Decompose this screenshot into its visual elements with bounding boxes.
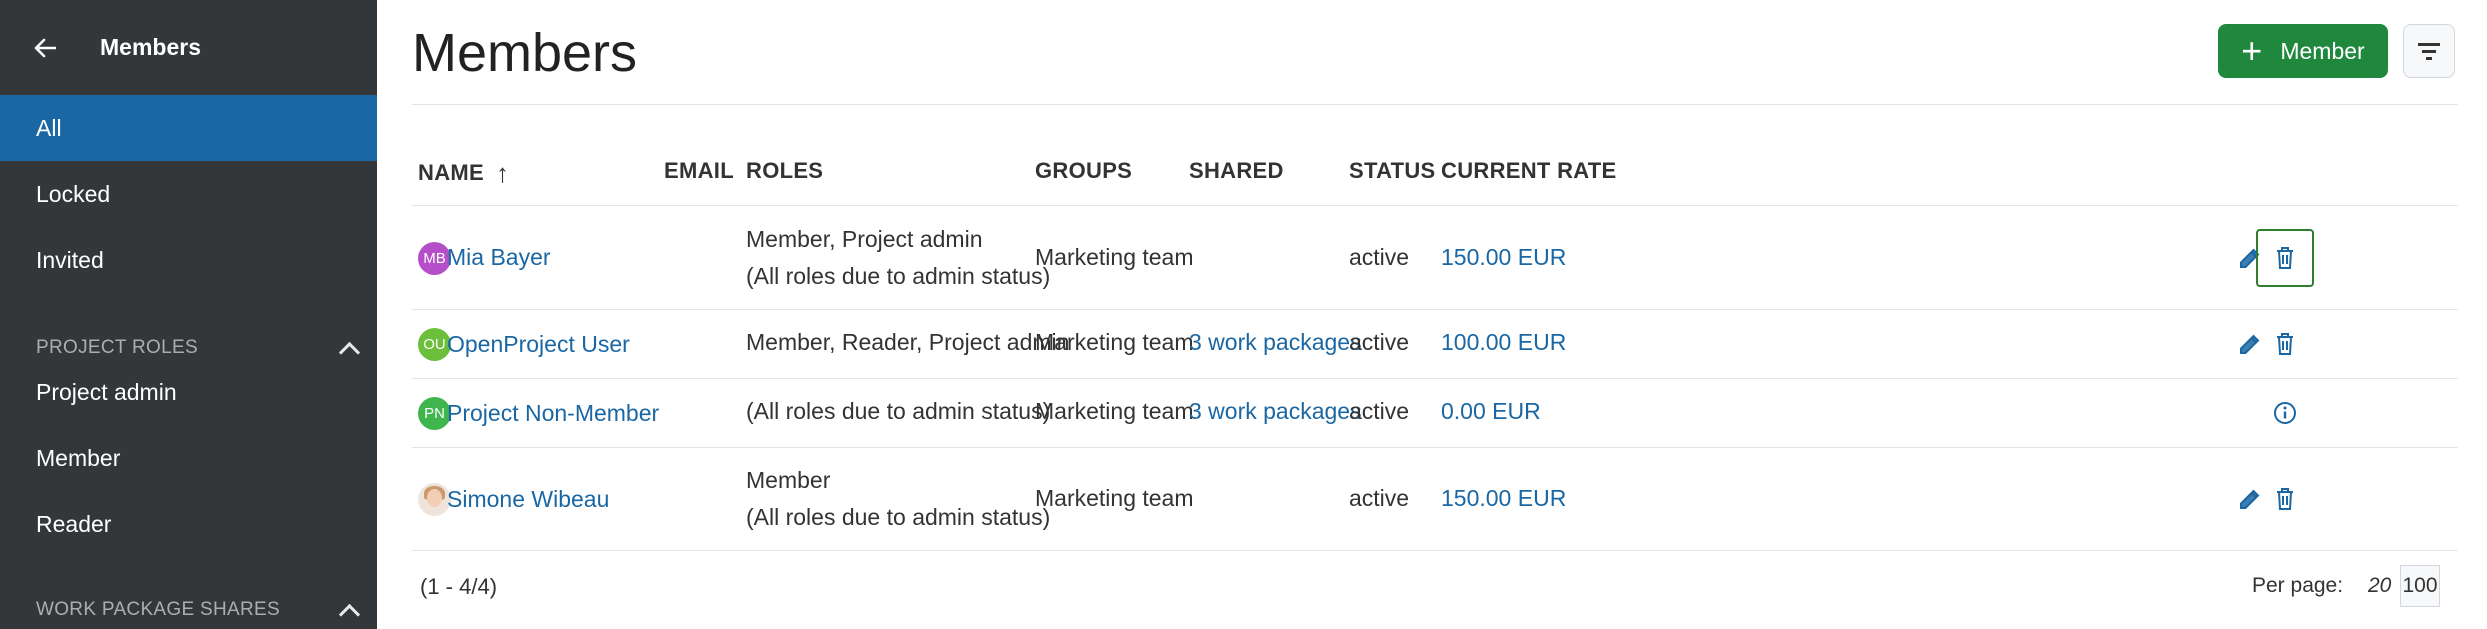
sidebar-section-label: PROJECT ROLES [36,337,198,358]
current-rate-link[interactable]: 150.00 EUR [1441,480,1566,517]
sidebar-header: Members [0,0,377,95]
delete-icon[interactable] [2256,229,2314,287]
delete-icon[interactable] [2266,325,2304,363]
main-content: Members + Member NAME ↑ EMAIL ROLES GROUP… [377,0,2487,629]
sidebar-item-invited[interactable]: Invited [0,227,377,293]
status-text: active [1349,398,1410,424]
page-title: Members [412,23,638,83]
member-name-link[interactable]: OpenProject User [447,326,630,363]
column-header-shared[interactable]: SHARED [1189,158,1284,184]
sidebar-item-all[interactable]: All [0,95,377,161]
roles-text: Member, Reader, Project admin [746,329,1070,355]
sort-ascending-arrow-icon[interactable]: ↑ [496,158,509,189]
table-header: NAME ↑ EMAIL ROLES GROUPS SHARED STATUS C… [412,140,2458,206]
filter-icon [2418,43,2440,60]
member-name-link[interactable]: Project Non-Member [447,395,659,432]
per-page-label: Per page: [2252,574,2344,597]
sidebar-title: Members [100,34,201,60]
column-header-status[interactable]: STATUS [1349,158,1436,184]
shared-work-packages-link[interactable]: 3 work packages [1189,324,1362,361]
header-divider [412,104,2458,105]
status-text: active [1349,485,1410,511]
filter-button[interactable] [2403,24,2455,78]
chevron-up-icon[interactable] [339,601,357,619]
shared-work-packages-link[interactable]: 3 work packages [1189,393,1362,430]
group-text: Marketing team [1035,244,1194,270]
plus-icon: + [2241,30,2263,71]
group-text: Marketing team [1035,398,1194,424]
sidebar-item-project-admin[interactable]: Project admin [0,359,377,425]
column-header-groups[interactable]: GROUPS [1035,158,1132,184]
avatar-photo-face [427,489,442,507]
sidebar-section-work-package-shares[interactable]: WORK PACKAGE SHARES [0,577,377,629]
sidebar-item-member[interactable]: Member [0,425,377,491]
roles-note: (All roles due to admin status) [746,263,1051,289]
table-row: PN Project Non-Member (All roles due to … [412,379,2458,448]
column-header-email[interactable]: EMAIL [664,158,734,184]
member-name-link[interactable]: Mia Bayer [447,239,551,276]
arrow-left-icon[interactable] [34,38,74,58]
roles-text: (All roles due to admin status) [746,398,1051,424]
status-text: active [1349,244,1410,270]
pagination-count: (1 - 4/4) [420,574,498,599]
edit-icon[interactable] [2231,480,2269,518]
info-icon[interactable] [2266,394,2304,432]
table-row: MB Mia Bayer Member, Project admin (All … [412,207,2458,310]
column-header-roles[interactable]: ROLES [746,158,823,184]
group-text: Marketing team [1035,485,1194,511]
member-name-link[interactable]: Simone Wibeau [447,481,609,518]
edit-icon[interactable] [2231,325,2269,363]
per-page-option-100[interactable]: 100 [2400,565,2440,607]
table-row: Simone Wibeau Member (All roles due to a… [412,448,2458,551]
column-header-current-rate[interactable]: CURRENT RATE [1441,158,1617,184]
sidebar: Members All Locked Invited PROJECT ROLES… [0,0,377,629]
group-text: Marketing team [1035,329,1194,355]
roles-text: Member [746,467,831,493]
add-member-button[interactable]: + Member [2218,24,2388,78]
sidebar-item-locked[interactable]: Locked [0,161,377,227]
roles-text: Member, Project admin [746,226,983,252]
sidebar-section-label: WORK PACKAGE SHARES [36,599,280,620]
current-rate-link[interactable]: 150.00 EUR [1441,239,1566,276]
current-rate-link[interactable]: 0.00 EUR [1441,393,1541,430]
status-text: active [1349,329,1410,355]
roles-note: (All roles due to admin status) [746,504,1051,530]
current-rate-link[interactable]: 100.00 EUR [1441,324,1566,361]
delete-icon[interactable] [2266,480,2304,518]
per-page-option-20[interactable]: 20 [2368,574,2391,598]
add-member-label: Member [2280,37,2365,64]
column-header-name[interactable]: NAME ↑ [418,158,509,189]
table-row: OU OpenProject User Member, Reader, Proj… [412,310,2458,379]
sidebar-item-reader[interactable]: Reader [0,491,377,557]
chevron-up-icon[interactable] [339,339,357,357]
